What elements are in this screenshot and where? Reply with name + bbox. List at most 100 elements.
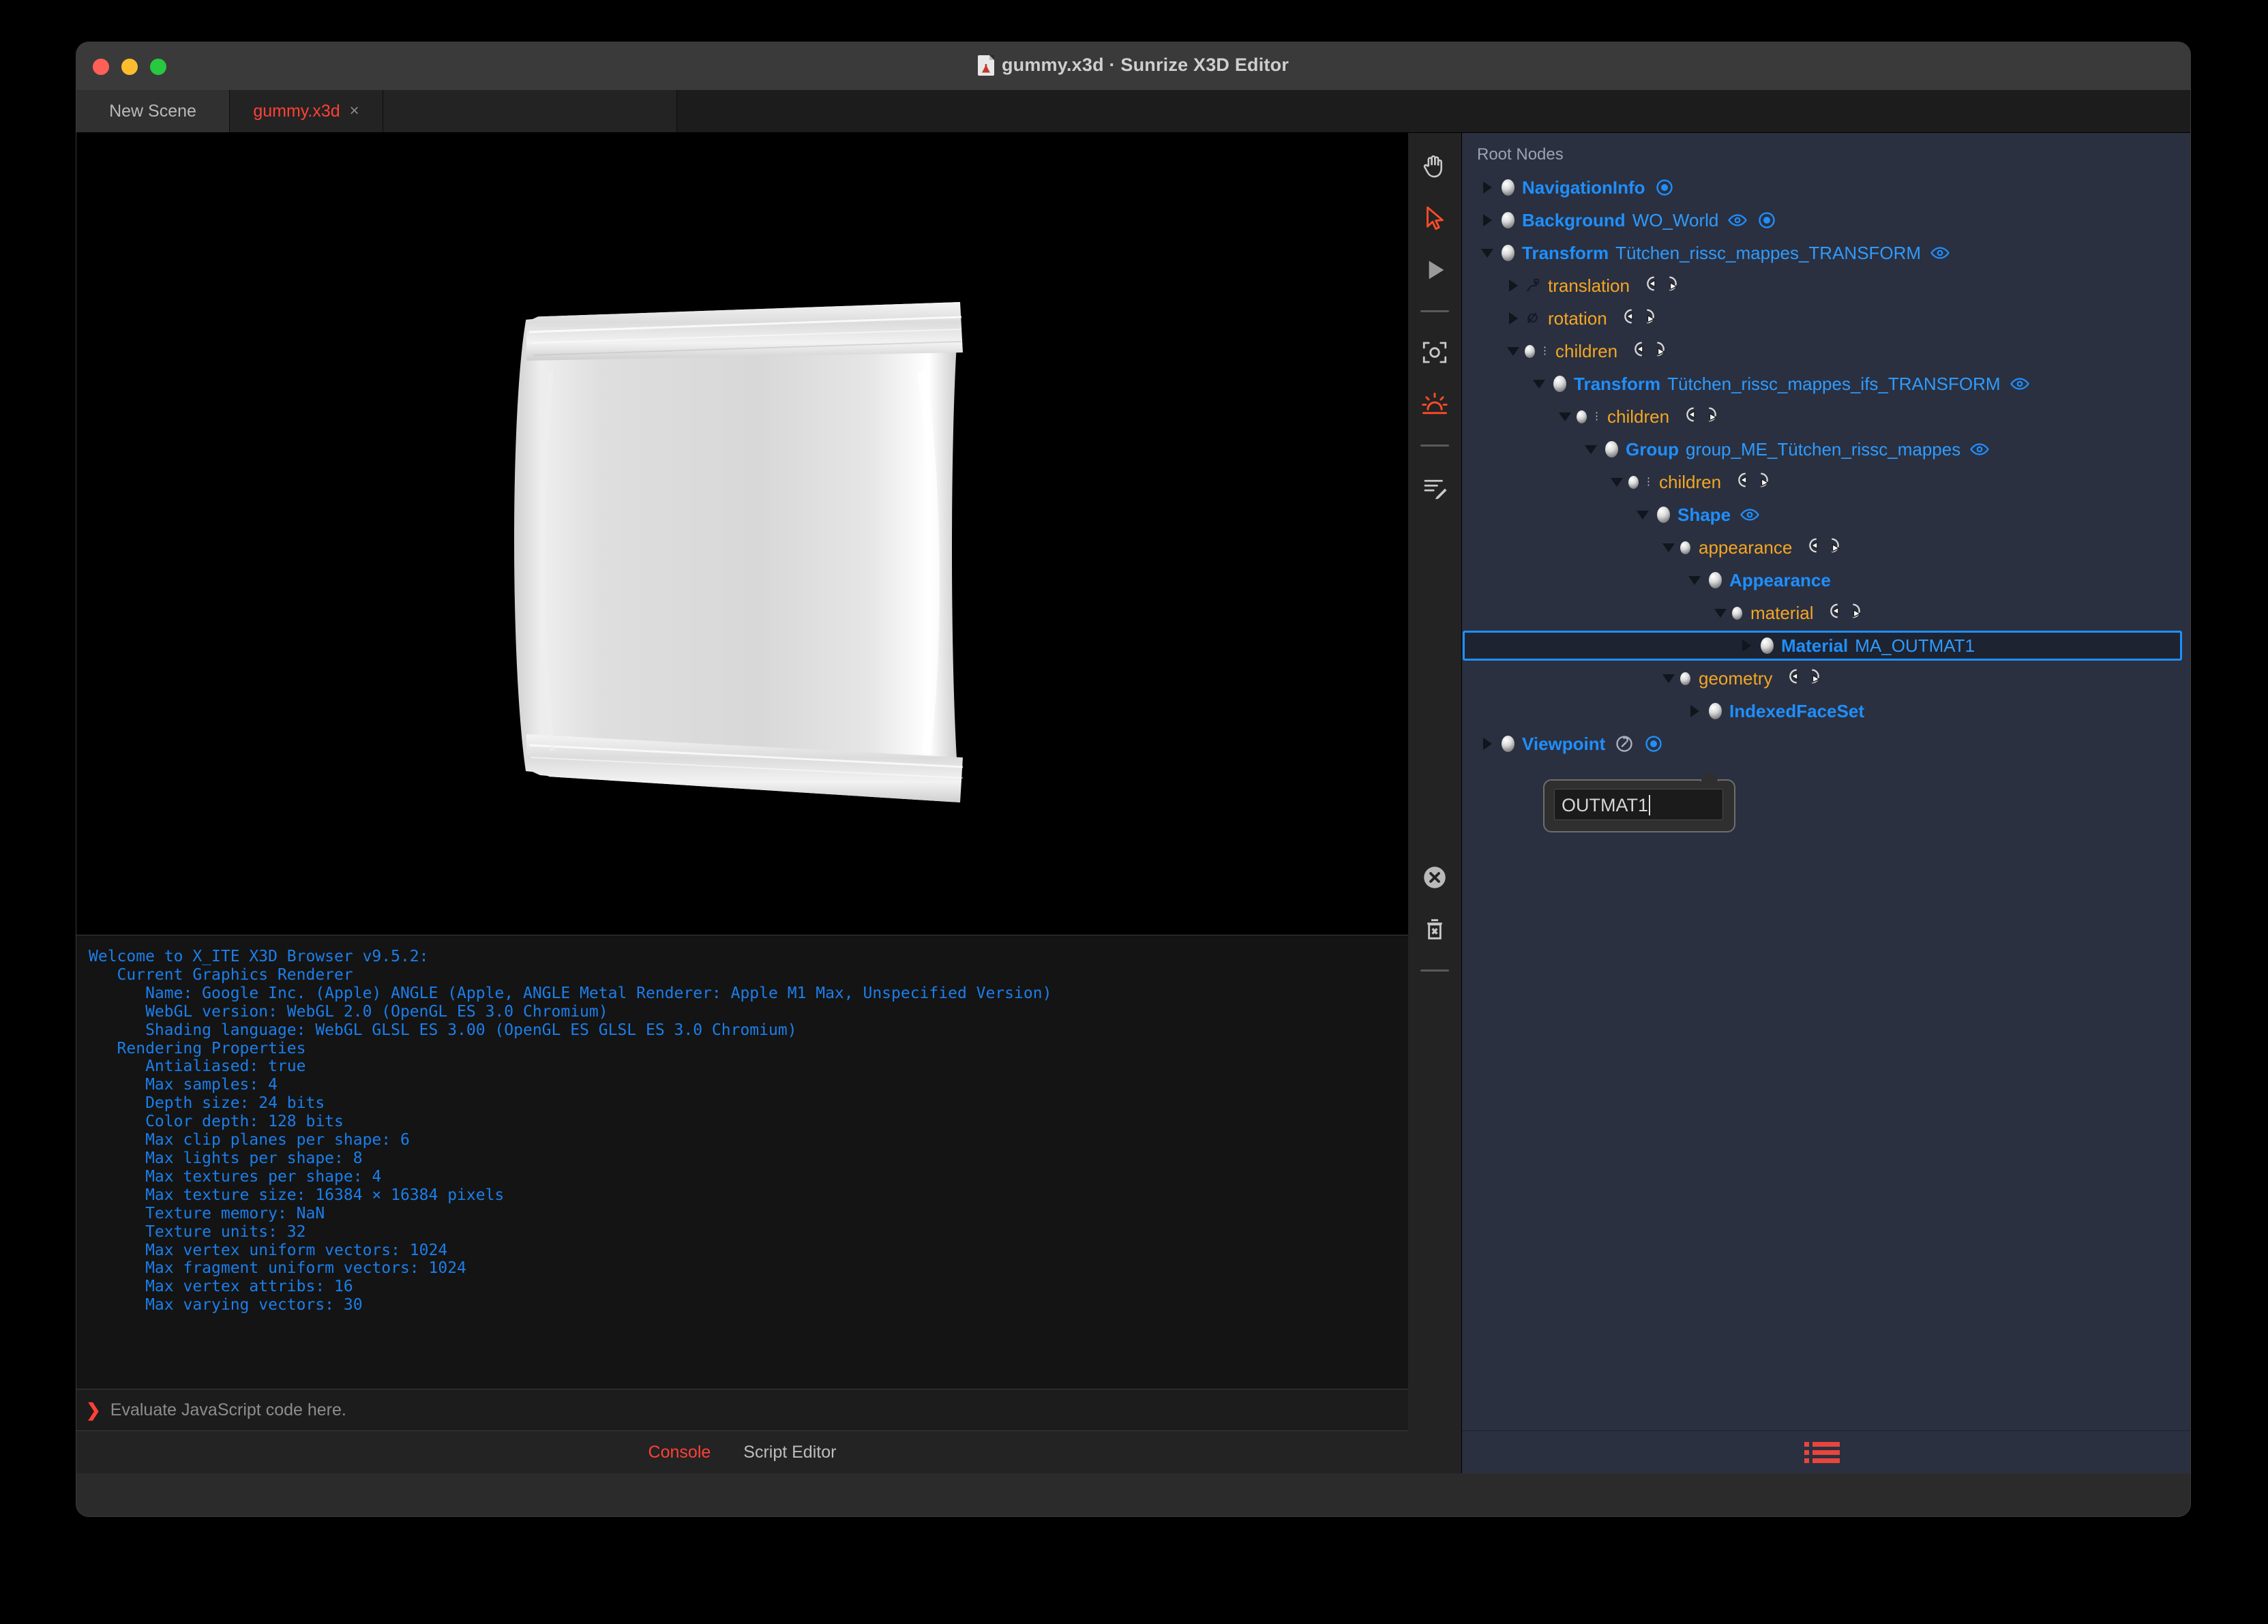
wrench-icon[interactable] [1614, 734, 1635, 754]
set-bind-radio-icon[interactable] [1757, 210, 1777, 230]
tree-twisty[interactable] [1684, 575, 1705, 585]
tree-rows: NavigationInfo Background WO_World Transfor… [1462, 171, 2190, 760]
tree-twisty[interactable] [1529, 379, 1549, 389]
rename-input-value: OUTMAT1 [1562, 795, 1648, 815]
tree-row[interactable]: translation [1462, 269, 2190, 302]
visibility-eye-icon[interactable] [1740, 505, 1760, 525]
tree-field-name: children [1659, 471, 1722, 492]
tab-new-scene-label: New Scene [109, 101, 196, 121]
trash-icon[interactable] [1419, 914, 1450, 945]
tree-twisty[interactable] [1581, 445, 1601, 454]
tree-row[interactable]: material [1462, 597, 2190, 629]
tree-row[interactable]: NavigationInfo [1462, 171, 2190, 204]
node-ball-icon [1502, 179, 1515, 196]
tree-node-name: Tütchen_rissc_mappes_ifs_TRANSFORM [1667, 373, 2001, 394]
tree-twisty[interactable] [1503, 280, 1523, 292]
play-icon[interactable] [1419, 254, 1450, 286]
tree-twisty[interactable] [1477, 214, 1497, 226]
set-bind-radio-icon[interactable] [1654, 177, 1675, 198]
route-connectors-icon[interactable] [1607, 307, 1660, 331]
tree-field-name: translation [1548, 275, 1630, 296]
tree-twisty[interactable] [1477, 181, 1497, 194]
tree-row[interactable]: appearance [1462, 531, 2190, 564]
clear-console-icon[interactable] [1419, 862, 1450, 893]
3d-viewport[interactable] [76, 133, 1408, 935]
tree-node-type: Appearance [1729, 569, 1831, 590]
tree-row[interactable]: Viewpoint [1462, 727, 2190, 760]
tree-field-name: material [1750, 602, 1814, 623]
set-bind-radio-icon[interactable] [1643, 734, 1664, 754]
tree-twisty[interactable] [1736, 640, 1757, 652]
tab-console[interactable]: Console [648, 1443, 711, 1462]
rename-popover[interactable]: OUTMAT1 [1543, 779, 1735, 832]
tree-twisty[interactable] [1477, 248, 1497, 258]
node-ball-icon [1502, 245, 1515, 261]
sfnode-field-icon [1679, 541, 1693, 554]
tree-row-selected[interactable]: Material MA_OUTMAT1 [1462, 629, 2190, 662]
tree-twisty[interactable] [1658, 674, 1679, 683]
tree-twisty[interactable] [1632, 510, 1653, 520]
route-connectors-icon[interactable] [1669, 405, 1722, 429]
route-connectors-icon[interactable] [1772, 667, 1825, 691]
mfnode-field-icon: ⋮ [1627, 475, 1654, 489]
tree-field-name: children [1555, 340, 1618, 361]
tree-node-type: Shape [1677, 504, 1731, 525]
node-ball-icon [1761, 637, 1774, 654]
tree-row[interactable]: Background WO_World [1462, 204, 2190, 237]
route-connectors-icon[interactable] [1617, 340, 1671, 363]
tab-new-scene[interactable]: New Scene [76, 90, 230, 132]
edit-lines-icon[interactable] [1419, 471, 1450, 502]
tab-gummy-x3d-label: gummy.x3d [253, 101, 340, 121]
console-output[interactable]: Welcome to X_ITE X3D Browser v9.5.2: Cur… [76, 935, 1408, 1389]
tree-twisty[interactable] [1477, 738, 1497, 750]
node-ball-icon [1605, 441, 1618, 457]
tab-script-editor[interactable]: Script Editor [743, 1443, 836, 1462]
tree-twisty[interactable] [1555, 412, 1575, 421]
tree-row[interactable]: ⋮ children [1462, 400, 2190, 433]
tab-strip: New Scene gummy.x3d × [76, 90, 2190, 133]
route-connectors-icon[interactable] [1630, 274, 1683, 298]
javascript-eval-input[interactable]: Evaluate JavaScript code here. [110, 1400, 346, 1420]
sunrise-light-icon[interactable] [1419, 389, 1450, 420]
visibility-eye-icon[interactable] [1969, 439, 1990, 460]
mfnode-field-icon: ⋮ [1523, 344, 1550, 358]
tab-gummy-x3d[interactable]: gummy.x3d × [230, 90, 383, 132]
tree-twisty[interactable] [1503, 346, 1523, 356]
console-input-bar[interactable]: ❯ Evaluate JavaScript code here. [76, 1389, 1408, 1430]
left-column: Welcome to X_ITE X3D Browser v9.5.2: Cur… [76, 133, 1408, 1473]
mfnode-field-icon: ⋮ [1575, 410, 1602, 423]
tree-row[interactable]: Group group_ME_Tütchen_rissc_mappes [1462, 433, 2190, 466]
tree-node-type: NavigationInfo [1522, 177, 1645, 198]
tree-row[interactable]: geometry [1462, 662, 2190, 695]
node-list-icon[interactable] [1812, 1441, 1840, 1463]
hand-tool-icon[interactable] [1419, 151, 1450, 182]
visibility-eye-icon[interactable] [1930, 243, 1950, 263]
route-connectors-icon[interactable] [1813, 601, 1866, 625]
visibility-eye-icon[interactable] [1727, 210, 1748, 230]
tree-twisty[interactable] [1503, 312, 1523, 325]
tree-twisty[interactable] [1607, 477, 1627, 487]
tree-twisty[interactable] [1684, 705, 1705, 717]
tree-row[interactable]: rotation [1462, 302, 2190, 335]
tree-row[interactable]: Shape [1462, 498, 2190, 531]
tree-row[interactable]: Transform Tütchen_rissc_mappes_ifs_TRANSF… [1462, 367, 2190, 400]
tree-row[interactable]: ⋮ children [1462, 335, 2190, 367]
select-arrow-icon[interactable] [1419, 202, 1450, 234]
main-body: Welcome to X_ITE X3D Browser v9.5.2: Cur… [76, 133, 2190, 1473]
route-connectors-icon[interactable] [1792, 536, 1845, 560]
tree-twisty[interactable] [1710, 608, 1731, 618]
tree-row[interactable]: Transform Tütchen_rissc_mappes_TRANSFORM [1462, 237, 2190, 269]
rename-input[interactable]: OUTMAT1 [1554, 789, 1723, 820]
visibility-eye-icon[interactable] [2010, 374, 2030, 394]
tree-row[interactable]: Appearance [1462, 564, 2190, 597]
tab-strip-filler [677, 90, 2190, 132]
bottom-tab-bar: Console Script Editor [76, 1430, 1408, 1473]
route-connectors-icon[interactable] [1721, 470, 1774, 494]
scene-tree-panel[interactable]: Root Nodes NavigationInfo Background WO_Wo… [1461, 133, 2190, 1473]
close-icon[interactable]: × [350, 103, 359, 119]
tree-row[interactable]: IndexedFaceSet [1462, 695, 2190, 727]
viewpoint-frame-icon[interactable] [1419, 337, 1450, 368]
gummy-wrapper-model [486, 290, 963, 808]
tree-row[interactable]: ⋮ children [1462, 466, 2190, 498]
tree-twisty[interactable] [1658, 543, 1679, 552]
